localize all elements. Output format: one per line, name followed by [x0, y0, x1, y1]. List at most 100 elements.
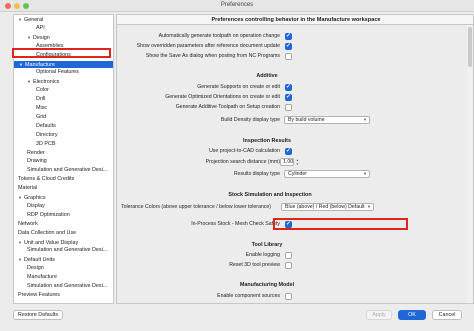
tree-item-label: Configurations: [36, 51, 71, 58]
section-tool-library-title: Tool Library: [251, 242, 283, 248]
tolerance-colors-value: Blue (above) / Red (below) Default: [285, 204, 365, 210]
tree-item[interactable]: Network: [18, 221, 38, 228]
reset-3d-tool-preview-label: Reset 3D tool preview: [229, 262, 280, 268]
tree-item[interactable]: Simulation and Generative Desi...: [27, 247, 107, 254]
title-bar: Preferences: [0, 0, 474, 12]
project-to-cad-checkbox[interactable]: [285, 147, 292, 155]
tree-item-label: Color: [36, 87, 49, 94]
tree-item[interactable]: Simulation and Generative Desi...: [27, 283, 107, 290]
tree-item[interactable]: Grid: [36, 114, 46, 121]
tree-item[interactable]: Drill: [36, 96, 45, 103]
section-stock-title: Stock Simulation and Inspection: [228, 192, 312, 198]
tree-item[interactable]: Display: [27, 203, 45, 210]
ok-button[interactable]: OK: [398, 310, 426, 320]
tree-item-label: Assemblies: [36, 42, 64, 49]
tree-item-label: Design: [27, 265, 44, 272]
enable-component-sources-label: Enable component sources: [217, 293, 280, 299]
tree-item-label: Simulation and Generative Desi...: [27, 247, 108, 254]
tree-item[interactable]: Misc: [36, 105, 47, 112]
enable-component-sources-checkbox[interactable]: [285, 293, 292, 300]
show-save-as-dialog-label: Show the Save As dialog when posting fro…: [145, 53, 280, 59]
tree-item[interactable]: Drawing: [27, 158, 47, 165]
tree-item-label: Graphics: [24, 195, 46, 201]
tree-item[interactable]: Simulation and Generative Desi...: [27, 167, 107, 174]
generate-supports-checkbox[interactable]: [285, 83, 292, 91]
show-save-as-dialog-checkbox[interactable]: [285, 53, 292, 60]
tree-item-label: Grid: [36, 113, 47, 120]
tree-item[interactable]: ▼ Default Units: [18, 256, 55, 263]
results-display-type-value: Cylinder: [288, 171, 308, 177]
enable-logging-label: Enable logging: [245, 252, 280, 258]
tree-item-label: Network: [18, 220, 38, 227]
tree-item-label: Electronics: [33, 79, 60, 86]
dropdown-arrow-icon: ▼: [367, 204, 371, 209]
tree-item[interactable]: Design: [27, 265, 44, 272]
tree-item[interactable]: ▼ Design: [27, 34, 50, 41]
reset-3d-tool-preview-checkbox[interactable]: [285, 262, 292, 269]
tree-item[interactable]: ▼ Graphics: [18, 194, 46, 201]
content-header: Preferences controlling behavior in the …: [117, 15, 473, 25]
tree-item[interactable]: ▼ Electronics: [27, 78, 59, 85]
tree-item[interactable]: Defaults: [36, 123, 56, 130]
tree-item-label: Manufacture: [25, 61, 55, 68]
tree-item-label: Default Units: [24, 257, 55, 264]
restore-defaults-button[interactable]: Restore Defaults: [13, 310, 63, 320]
build-density-label: Build Density display type: [220, 117, 280, 123]
results-display-type-label: Results display type: [233, 171, 280, 177]
tree-item-label: Misc: [36, 105, 48, 111]
show-overridden-params-label: Show overridden parameters after referen…: [136, 43, 280, 49]
tree-item[interactable]: API: [36, 25, 45, 32]
tree-item[interactable]: Data Collection and Use: [18, 230, 76, 237]
project-to-cad-label: Use project-to-CAD calculation: [209, 148, 280, 154]
search-distance-input[interactable]: 1.00: [280, 158, 294, 166]
stepper-arrows-icon[interactable]: ▲ ▼: [295, 158, 300, 166]
tree-item[interactable]: Directory: [36, 132, 58, 139]
mesh-check-safety-label: In-Process Stock - Mesh Check Safety: [191, 221, 280, 227]
tree-item-label: Design: [33, 34, 50, 41]
tree-item-label: Unit and Value Display: [24, 239, 79, 246]
auto-generate-toolpath-checkbox[interactable]: [285, 32, 292, 40]
window-title: Preferences: [220, 2, 254, 8]
tree-item[interactable]: Tokens & Cloud Credits: [18, 176, 74, 183]
tree-item-label: RDP Optimization: [27, 211, 70, 218]
tree-item[interactable]: RDP Optimization: [27, 212, 70, 219]
show-overridden-params-checkbox[interactable]: [285, 42, 292, 50]
highlight-box-mesh-check: [273, 218, 408, 230]
tree-item[interactable]: Assemblies: [36, 43, 64, 50]
apply-button[interactable]: Apply: [366, 310, 392, 320]
tree-item-label: Simulation and Generative Desi...: [27, 283, 108, 289]
generate-supports-label: Generate Supports on create or edit: [197, 84, 280, 90]
tree-item-label: Render: [27, 149, 45, 156]
preferences-category-tree[interactable]: ▼ General API ▼ Design Assemblies Configuratio…: [13, 14, 114, 304]
cancel-button[interactable]: Cancel: [432, 310, 462, 320]
tree-item[interactable]: ▼ Unit and Value Display: [18, 239, 78, 246]
tree-item-label: Optional Features: [36, 69, 79, 76]
tree-item[interactable]: Render: [27, 150, 45, 157]
tree-item[interactable]: Color: [36, 87, 49, 94]
tree-item-label: Drawing: [27, 158, 47, 165]
section-inspection-title: Inspection Results: [243, 138, 291, 144]
search-distance-label: Projection search distance (mm): [205, 159, 280, 165]
build-density-select[interactable]: By build volume ▼: [284, 116, 370, 124]
tree-item-label: Display: [27, 202, 45, 209]
generate-orientations-checkbox[interactable]: [285, 93, 292, 101]
mesh-check-safety-checkbox[interactable]: [285, 220, 292, 228]
tree-item[interactable]: 3D PCB: [36, 141, 55, 148]
tree-item[interactable]: Material: [18, 185, 37, 192]
tree-item-label: Defaults: [36, 122, 56, 129]
content-scrollbar-thumb[interactable]: [468, 27, 472, 67]
tree-item[interactable]: Manufacture: [27, 274, 57, 281]
generate-additive-toolpath-checkbox[interactable]: [285, 104, 292, 111]
tree-item-label: API: [36, 24, 45, 31]
enable-logging-checkbox[interactable]: [285, 252, 292, 259]
tolerance-colors-select[interactable]: Blue (above) / Red (below) Default ▼: [281, 203, 374, 211]
tree-item[interactable]: ▼ General: [18, 16, 43, 23]
tree-item[interactable]: ▼ Manufacture: [14, 60, 113, 68]
tree-item[interactable]: Preview Features: [18, 292, 60, 299]
section-manufacturing-model-title: Manufacturing Model: [239, 282, 295, 288]
results-display-type-select[interactable]: Cylinder ▼: [284, 170, 370, 178]
section-additive-title: Additive: [256, 73, 278, 79]
tree-item[interactable]: Configurations: [36, 52, 71, 59]
dropdown-arrow-icon: ▼: [363, 171, 367, 176]
tree-item[interactable]: Optional Features: [36, 69, 79, 76]
